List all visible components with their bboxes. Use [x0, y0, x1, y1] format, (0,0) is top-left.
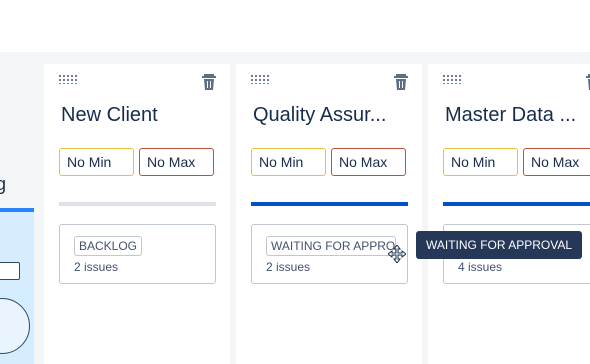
illustration-window-shape	[0, 262, 20, 280]
column-new-client: New Client No Min No Max BACKLOG 2 issue…	[44, 64, 230, 364]
column-master-data: Master Data ... No Min No Max 4 issues	[428, 64, 590, 364]
issue-count: 2 issues	[74, 260, 119, 274]
issue-count: 2 issues	[266, 260, 311, 274]
column-status-bar	[59, 202, 216, 206]
empty-state-illustration	[0, 208, 34, 364]
status-lozenge: WAITING FOR APPRO...	[266, 236, 396, 256]
min-limit-field[interactable]: No Min	[251, 148, 326, 176]
column-quality-assurance: Quality Assur... No Min No Max WAITING F…	[236, 64, 422, 364]
column-status-bar	[251, 202, 408, 206]
max-limit-field[interactable]: No Max	[139, 148, 214, 176]
trash-icon[interactable]	[393, 73, 409, 91]
board: g New Client No Min No Max BACKLOG 2 iss…	[0, 52, 590, 364]
column-title[interactable]: Quality Assur...	[253, 104, 418, 127]
status-card[interactable]: WAITING FOR APPRO... 2 issues	[251, 224, 408, 284]
column-status-bar	[443, 202, 590, 206]
drag-handle-icon[interactable]	[58, 74, 78, 84]
min-limit-field[interactable]: No Min	[59, 148, 134, 176]
move-cursor-icon	[388, 245, 406, 263]
column-title[interactable]: Master Data ...	[445, 104, 590, 127]
trash-icon[interactable]	[585, 73, 590, 91]
trash-icon[interactable]	[201, 73, 217, 91]
issue-count: 4 issues	[458, 260, 503, 274]
partial-heading-glyph: g	[0, 174, 7, 194]
max-limit-field[interactable]: No Max	[331, 148, 406, 176]
status-card[interactable]: BACKLOG 2 issues	[59, 224, 216, 284]
tooltip: WAITING FOR APPROVAL	[416, 231, 583, 259]
illustration-circle-shape	[0, 298, 30, 354]
drag-handle-icon[interactable]	[250, 74, 270, 84]
partial-column-left: g	[0, 52, 34, 364]
max-limit-field[interactable]: No Max	[523, 148, 590, 176]
column-title[interactable]: New Client	[61, 104, 226, 127]
status-lozenge: BACKLOG	[74, 236, 143, 256]
min-limit-field[interactable]: No Min	[443, 148, 518, 176]
drag-handle-icon[interactable]	[442, 74, 462, 84]
